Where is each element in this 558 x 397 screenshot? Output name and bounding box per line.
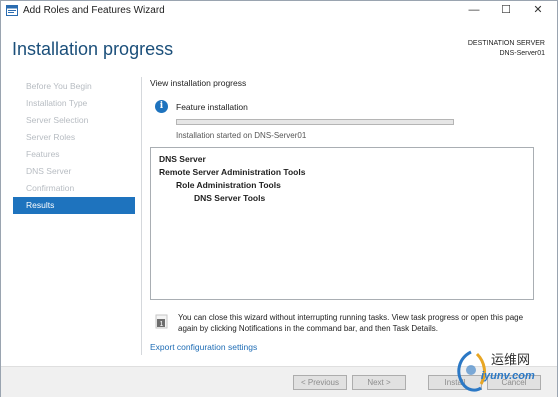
result-item-dns-server: DNS Server	[159, 154, 206, 164]
result-item-role-admin-tools: Role Administration Tools	[176, 180, 281, 190]
next-button[interactable]: Next >	[352, 375, 406, 390]
close-wizard-note: You can close this wizard without interr…	[178, 313, 524, 333]
svg-text:1: 1	[160, 321, 164, 328]
watermark-domain-text: iyunv.com	[481, 370, 535, 382]
installation-progress-bar	[176, 119, 454, 125]
minimize-button[interactable]: —	[459, 2, 489, 19]
site-watermark: 运维网 iyunv.com	[451, 346, 558, 396]
wizard-window: Add Roles and Features Wizard — ☐ ✕ Inst…	[0, 0, 558, 397]
sidebar-item-server-selection[interactable]: Server Selection	[13, 112, 135, 129]
close-button[interactable]: ✕	[523, 2, 553, 19]
sidebar-item-results[interactable]: Results	[13, 197, 135, 214]
wizard-steps-sidebar: Before You Begin Installation Type Serve…	[13, 78, 135, 214]
sidebar-item-installation-type[interactable]: Installation Type	[13, 95, 135, 112]
sidebar-item-server-roles[interactable]: Server Roles	[13, 129, 135, 146]
destination-server-name: DNS-Server01	[499, 50, 545, 57]
export-configuration-link[interactable]: Export configuration settings	[150, 342, 257, 352]
server-manager-icon	[6, 5, 18, 16]
sidebar-item-before-you-begin[interactable]: Before You Begin	[13, 78, 135, 95]
task-flag-icon: 1	[155, 314, 168, 329]
window-title: Add Roles and Features Wizard	[23, 5, 165, 16]
previous-button[interactable]: < Previous	[293, 375, 347, 390]
info-icon: i	[155, 100, 168, 113]
page-title: Installation progress	[12, 39, 174, 59]
destination-label: DESTINATION SERVER	[467, 40, 545, 47]
result-item-rsat: Remote Server Administration Tools	[159, 167, 306, 177]
feature-installation-label: Feature installation	[176, 102, 248, 112]
section-subheading: View installation progress	[150, 78, 247, 88]
installation-status: Installation started on DNS-Server01	[176, 131, 307, 140]
title-bar[interactable]: Add Roles and Features Wizard — ☐ ✕	[1, 1, 557, 21]
sidebar-item-dns-server[interactable]: DNS Server	[13, 163, 135, 180]
destination-server-block: DESTINATION SERVER DNS-Server01	[468, 39, 545, 59]
results-list[interactable]: DNS Server Remote Server Administration …	[150, 147, 534, 300]
sidebar-item-confirmation[interactable]: Confirmation	[13, 180, 135, 197]
result-item-dns-server-tools: DNS Server Tools	[194, 193, 266, 203]
maximize-button[interactable]: ☐	[491, 2, 521, 19]
sidebar-item-features[interactable]: Features	[13, 146, 135, 163]
sidebar-divider	[141, 77, 142, 355]
watermark-chinese-text: 运维网	[491, 353, 531, 368]
